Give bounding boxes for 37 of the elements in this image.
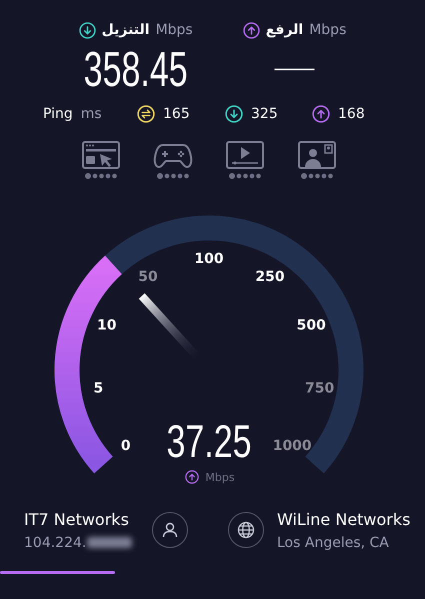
video-call-icon (297, 140, 337, 170)
ping-value: 325 (251, 106, 278, 122)
scale-label: 1000 (272, 438, 312, 454)
scale-label: 10 (96, 317, 116, 334)
dots-indicator (157, 173, 189, 179)
browser-cursor-icon (81, 140, 121, 170)
scale-label: 5 (94, 380, 104, 396)
unit-label: Mbps (156, 22, 193, 38)
ip-address: 104.224. (24, 534, 86, 550)
scale-label: 100 (194, 251, 224, 267)
dots-indicator (85, 173, 117, 179)
server-name[interactable]: WiLine Networks (277, 510, 410, 528)
scale-label: 50 (138, 269, 158, 286)
exchange-arrows-icon (137, 105, 155, 123)
unit-label: Mbps (309, 22, 346, 38)
gauge-reading: 37.25 (166, 415, 252, 468)
dots-indicator (301, 173, 333, 179)
scale-label: 250 (255, 269, 285, 286)
user-icon[interactable] (152, 512, 188, 548)
scale-label: 750 (304, 380, 334, 396)
result-label: التنزيل (102, 22, 150, 38)
globe-icon[interactable] (228, 512, 264, 548)
server-location: Los Angeles, CA (277, 534, 389, 550)
unit-label: Mbps (205, 470, 235, 484)
redaction-blur (87, 537, 132, 548)
provider-name: IT7 Networks (24, 510, 130, 528)
speed-value: 358.45 (84, 41, 188, 99)
scale-label: 0 (120, 438, 131, 454)
ping-value: 165 (163, 106, 190, 122)
ping-label: Ping (43, 106, 73, 122)
ping-value: 168 (338, 106, 365, 122)
dots-indicator (229, 173, 261, 179)
video-player-icon (225, 140, 265, 170)
unit-label: ms (80, 106, 102, 122)
speed-value: — (274, 58, 315, 78)
result-label: الرفع (266, 22, 304, 38)
scale-label: 500 (296, 317, 326, 334)
